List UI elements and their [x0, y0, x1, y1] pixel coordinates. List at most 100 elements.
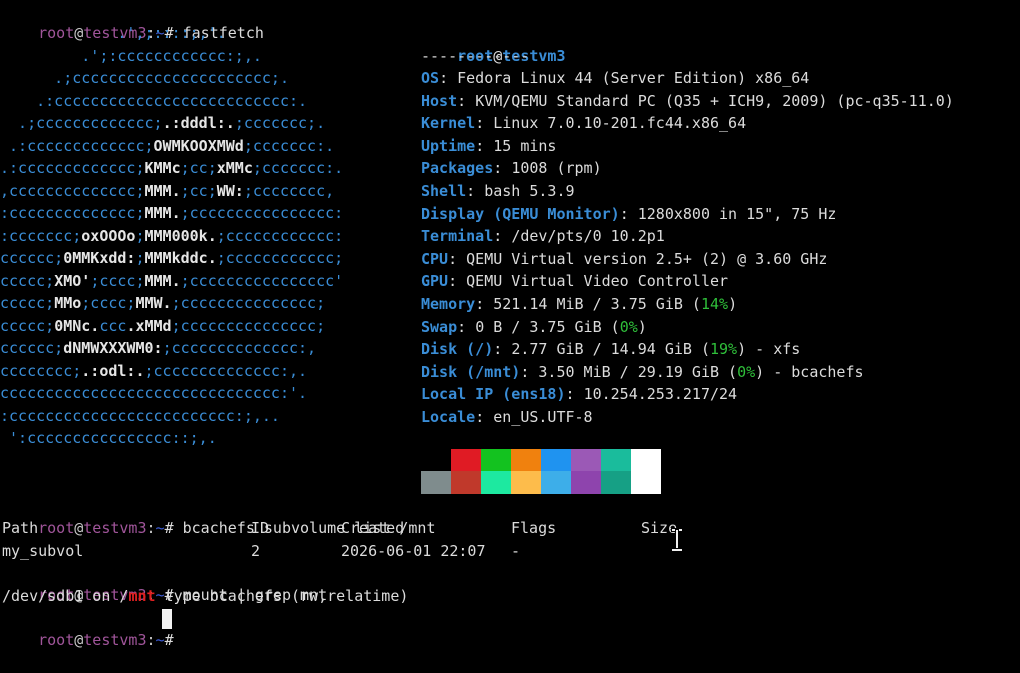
logo-segment: ;cccccccccccccc:,.: [144, 361, 308, 380]
info-key: Host: [421, 91, 458, 110]
logo-segment: ccccc;: [0, 294, 55, 312]
subvol-header-id: ID: [251, 519, 270, 537]
logo-segment: cccccc;: [0, 249, 64, 267]
logo-segment: ;cccccccccccc:: [216, 226, 344, 245]
info-value: 1280x800 in 15", 75 Hz: [637, 204, 837, 223]
logo-accent-segment: 0MMKxdd:: [63, 249, 136, 267]
prompt-at: @: [74, 631, 84, 649]
info-value: KVM/QEMU Standard PC (Q35 + ICH9, 2009) …: [475, 91, 954, 110]
color-swatch: [541, 471, 571, 494]
logo-segment: ;cccccccccccccc:,: [162, 339, 317, 357]
prompt-symbol: #: [164, 519, 174, 537]
info-row: Display (QEMU Monitor): 1280x800 in 15",…: [421, 204, 837, 223]
logo-line: .;ccccccccccccc;.:dddl:.;ccccccc;.: [0, 112, 325, 135]
mount-output-after: type bcachefs (rw,relatime): [155, 587, 409, 605]
logo-accent-segment: .xMMd: [126, 316, 172, 335]
prompt-path: ~: [155, 631, 165, 649]
logo-accent-segment: MMM.: [144, 271, 181, 290]
prompt-at: @: [74, 519, 84, 537]
logo-accent-segment: MMM.: [144, 204, 181, 222]
logo-accent-segment: 0MNc.: [54, 316, 100, 335]
logo-line: ,cccccccccccccc;MMM.;cc;WW:;cccccccc,: [0, 180, 334, 203]
info-value: /dev/pts/0 10.2p1: [511, 227, 665, 246]
logo-segment: ;ccccccc:.: [252, 159, 344, 177]
logo-segment: ccccc;: [0, 316, 55, 335]
logo-segment: ;ccccccccccccccc;: [171, 316, 326, 335]
color-palette-bottom: [421, 471, 661, 494]
info-row: Host: KVM/QEMU Standard PC (Q35 + ICH9, …: [421, 91, 954, 110]
info-row: Locale: en_US.UTF-8: [421, 408, 593, 426]
info-value: Fedora Linux 44 (Server Edition) x86_64: [457, 69, 810, 87]
logo-segment: .';:cccccccccccc:;,.: [0, 46, 262, 65]
info-value: bash 5.3.9: [484, 182, 575, 200]
info-key: Kernel: [421, 114, 476, 133]
logo-accent-segment: XMO': [54, 271, 91, 290]
color-swatch: [451, 449, 481, 472]
info-key: Terminal: [421, 227, 494, 246]
info-value: 1008 (rpm): [511, 159, 602, 178]
color-palette-top: [421, 449, 661, 472]
logo-segment: :ccccccc;: [0, 226, 82, 245]
info-value-tail: ): [728, 295, 738, 313]
color-swatch: [571, 449, 601, 472]
mount-output-line: /dev/sdb1 on /mnt type bcachefs (rw,rela…: [2, 585, 408, 607]
info-row: Disk (/mnt): 3.50 MiB / 29.19 GiB (0%) -…: [421, 362, 864, 381]
info-value: 3.50 MiB / 29.19 GiB (: [538, 362, 738, 381]
logo-segment: .:ccccccccccccc;: [0, 136, 154, 155]
logo-line: .:ccccccccccccc;OWMKOOXMWd;ccccccc:.: [0, 135, 334, 158]
prompt-line-mount: root@testvm3:~# mount | grep mnt: [2, 562, 327, 604]
info-percent: 0%: [619, 317, 638, 336]
logo-line: cccccc;0MMKxdd:;MMMkddc.;cccccccccccc;: [0, 247, 343, 270]
mount-output-before: /dev/sdb1 on /: [2, 587, 129, 605]
logo-line: :cccccccccccccc;MMM.;cccccccccccccccc:: [0, 202, 343, 225]
info-value: 0 B / 3.75 GiB (: [475, 317, 620, 336]
color-swatch: [451, 471, 481, 494]
info-value: 521.14 MiB / 3.75 GiB (: [493, 295, 701, 313]
logo-segment: cccccc;: [0, 339, 64, 357]
logo-segment: .;cccccccccccccccccccccc;.: [0, 69, 289, 87]
logo-accent-segment: .:odl:.: [81, 361, 145, 380]
info-row: Swap: 0 B / 3.75 GiB (0%): [421, 317, 647, 336]
info-key: Uptime: [421, 136, 476, 155]
prompt-user: root: [38, 519, 75, 537]
info-key: Display (QEMU Monitor): [421, 204, 620, 223]
info-row: Shell: bash 5.3.9: [421, 182, 575, 200]
info-value: en_US.UTF-8: [493, 408, 593, 426]
color-swatch: [601, 449, 631, 472]
info-key: Local IP (ens18): [421, 385, 566, 404]
logo-accent-segment: MMMkddc.: [144, 249, 217, 267]
info-separator: ------------: [421, 47, 530, 65]
logo-accent-segment: MMW.: [135, 294, 172, 312]
info-value-tail: ) - bcachefs: [755, 362, 864, 381]
prompt-colon: :: [146, 631, 156, 649]
info-row: Memory: 521.14 MiB / 3.75 GiB (14%): [421, 295, 738, 313]
color-swatch: [631, 449, 661, 472]
logo-accent-segment: dNMWXXXWM0:: [63, 339, 163, 357]
prompt-host: testvm3: [83, 519, 147, 537]
logo-segment: ;cccccccccccccccc:: [180, 204, 344, 222]
info-key: CPU: [421, 249, 449, 268]
info-key: Shell: [421, 182, 467, 200]
info-key: Disk (/): [421, 340, 494, 359]
color-swatch: [571, 471, 601, 494]
info-key: GPU: [421, 272, 449, 291]
logo-segment: ;ccccccc;.: [234, 114, 326, 132]
subvol-header-flags: Flags: [511, 519, 557, 537]
prompt-line-current[interactable]: root@testvm3:~#: [2, 607, 173, 649]
prompt-line-fastfetch: root@testvm3:~# fastfetch: [2, 0, 264, 42]
logo-segment: ;ccccccc:.: [243, 136, 335, 155]
prompt-user: root: [38, 631, 75, 649]
logo-line: .';:cccccccccccc:;,.: [0, 45, 262, 68]
logo-segment: ;ccccccccccccccc;: [171, 294, 326, 312]
logo-accent-segment: KMMc: [144, 159, 181, 177]
logo-line: ccccc;0MNc.ccc.xMMd;ccccccccccccccc;: [0, 315, 325, 338]
logo-accent-segment: WW:: [216, 181, 244, 200]
logo-segment: .:ccccccccccccc;: [0, 159, 145, 177]
terminal-window[interactable]: root@testvm3:~# fastfetch .',;::::;,'. .…: [0, 0, 1020, 649]
text-cursor-block[interactable]: [162, 609, 172, 629]
info-row: Local IP (ens18): 10.254.253.217/24: [421, 385, 738, 404]
logo-segment: :cccccccccccccc;: [0, 204, 145, 222]
color-swatch: [421, 449, 451, 472]
logo-line: ccccc;XMO';cccc;MMM.;cccccccccccccccc': [0, 270, 343, 293]
info-value-tail: ): [637, 317, 647, 336]
